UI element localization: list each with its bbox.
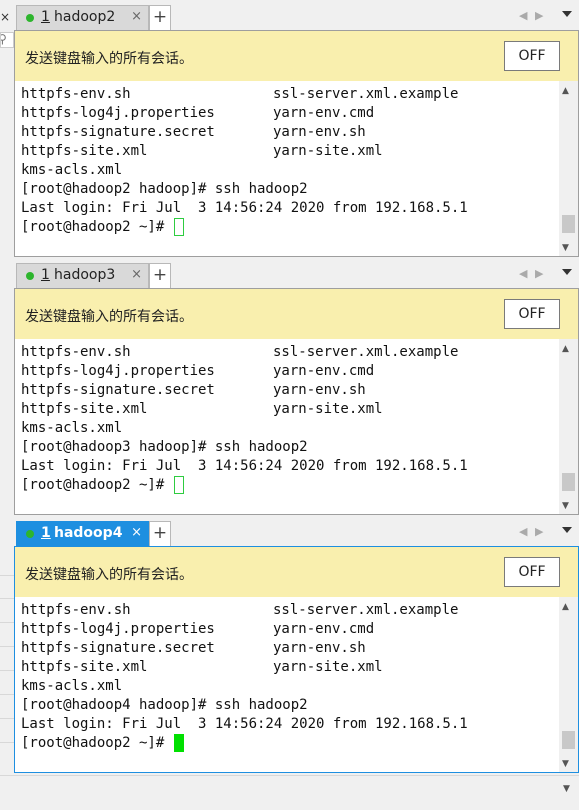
connected-status-icon bbox=[26, 14, 34, 22]
session-panel-hadoop4: 1 hadoop4 × + ◀ ▶ 发送键盘输入的所有会话。 OFF httpf… bbox=[14, 516, 579, 773]
tab-bar: 1 hadoop3 × + ◀ ▶ bbox=[14, 258, 579, 288]
new-tab-button[interactable]: + bbox=[149, 521, 171, 546]
terminal-line: httpfs-env.sh ssl-server.xml.example bbox=[21, 86, 459, 102]
session-panel-hadoop3: 1 hadoop3 × + ◀ ▶ 发送键盘输入的所有会话。 OFF httpf… bbox=[14, 258, 579, 515]
send-to-all-banner: 发送键盘输入的所有会话。 OFF bbox=[15, 31, 578, 81]
scroll-tabs-left-icon[interactable]: ◀ bbox=[519, 9, 527, 22]
send-to-all-banner: 发送键盘输入的所有会话。 OFF bbox=[15, 289, 578, 339]
tab-session-hadoop4[interactable]: 1 hadoop4 × bbox=[16, 521, 149, 546]
scroll-down-icon[interactable]: ▼ bbox=[562, 501, 569, 511]
vertical-scrollbar[interactable]: ▲ ▼ bbox=[559, 597, 578, 772]
scroll-tabs-right-icon[interactable]: ▶ bbox=[535, 267, 543, 280]
terminal-output[interactable]: httpfs-env.sh ssl-server.xml.example http… bbox=[15, 81, 559, 256]
terminal-line: kms-acls.xml bbox=[21, 420, 123, 436]
scroll-tabs-left-icon[interactable]: ◀ bbox=[519, 267, 527, 280]
scroll-down-icon[interactable]: ▼ bbox=[562, 243, 569, 253]
scroll-up-icon[interactable]: ▲ bbox=[562, 86, 569, 96]
session-panel-hadoop2: 1 hadoop2 × + ◀ ▶ 发送键盘输入的所有会话。 OFF httpf… bbox=[14, 0, 579, 257]
terminal-line: httpfs-log4j.properties yarn-env.cmd bbox=[21, 621, 375, 637]
terminal-prompt-line: [root@hadoop2 ~]# bbox=[21, 218, 184, 237]
terminal-line: Last login: Fri Jul 3 14:56:24 2020 from… bbox=[21, 200, 468, 216]
vertical-scrollbar[interactable]: ▲ ▼ bbox=[559, 339, 578, 514]
tab-session-hadoop2[interactable]: 1 hadoop2 × bbox=[16, 5, 149, 30]
close-tab-icon[interactable]: × bbox=[131, 525, 142, 540]
scroll-tabs-left-icon[interactable]: ◀ bbox=[519, 525, 527, 538]
tab-index: 1 bbox=[41, 267, 50, 283]
send-all-off-button[interactable]: OFF bbox=[504, 41, 560, 71]
tab-index: 1 bbox=[41, 525, 51, 541]
close-tab-icon[interactable]: × bbox=[131, 9, 142, 24]
terminal-line: httpfs-site.xml yarn-site.xml bbox=[21, 143, 383, 159]
tab-list-dropdown-icon[interactable] bbox=[562, 11, 572, 17]
terminal-line: kms-acls.xml bbox=[21, 678, 123, 694]
terminal-line: [root@hadoop2 hadoop]# ssh hadoop2 bbox=[21, 181, 308, 197]
scrollbar-thumb[interactable] bbox=[562, 731, 575, 749]
terminal-line: httpfs-log4j.properties yarn-env.cmd bbox=[21, 363, 375, 379]
terminal-line: httpfs-log4j.properties yarn-env.cmd bbox=[21, 105, 375, 121]
terminal-line: httpfs-site.xml yarn-site.xml bbox=[21, 659, 383, 675]
terminal-cursor bbox=[173, 734, 184, 752]
scrollbar-thumb[interactable] bbox=[562, 215, 575, 233]
session-body: 发送键盘输入的所有会话。 OFF httpfs-env.sh ssl-server… bbox=[14, 288, 579, 515]
banner-text: 发送键盘输入的所有会话。 bbox=[25, 309, 193, 325]
terminal-line: httpfs-signature.secret yarn-env.sh bbox=[21, 382, 366, 398]
tab-title: hadoop4 bbox=[54, 525, 123, 541]
connected-status-icon bbox=[26, 272, 34, 280]
tab-bar: 1 hadoop2 × + ◀ ▶ bbox=[14, 0, 579, 30]
connected-status-icon bbox=[26, 530, 34, 538]
tab-session-hadoop3[interactable]: 1 hadoop3 × bbox=[16, 263, 149, 288]
scroll-up-icon[interactable]: ▲ bbox=[562, 344, 569, 354]
terminal-line: Last login: Fri Jul 3 14:56:24 2020 from… bbox=[21, 716, 468, 732]
close-tab-icon[interactable]: × bbox=[131, 267, 142, 282]
status-bar: ▼ bbox=[0, 775, 579, 810]
terminal-line: httpfs-signature.secret yarn-env.sh bbox=[21, 640, 366, 656]
tab-title: hadoop2 bbox=[54, 9, 116, 25]
tab-list-dropdown-icon[interactable] bbox=[562, 269, 572, 275]
terminal-line: [root@hadoop4 hadoop]# ssh hadoop2 bbox=[21, 697, 308, 713]
send-to-all-banner: 发送键盘输入的所有会话。 OFF bbox=[15, 547, 578, 597]
terminal-cursor bbox=[173, 218, 184, 236]
scroll-tabs-right-icon[interactable]: ▶ bbox=[535, 9, 543, 22]
terminal-line: httpfs-site.xml yarn-site.xml bbox=[21, 401, 383, 417]
pane-close-icon[interactable]: × bbox=[0, 10, 10, 24]
scroll-down-icon[interactable]: ▼ bbox=[562, 759, 569, 769]
terminal-line: [root@hadoop3 hadoop]# ssh hadoop2 bbox=[21, 439, 308, 455]
banner-text: 发送键盘输入的所有会话。 bbox=[25, 51, 193, 67]
send-all-off-button[interactable]: OFF bbox=[504, 299, 560, 329]
terminal-output[interactable]: httpfs-env.sh ssl-server.xml.example http… bbox=[15, 597, 559, 772]
terminal-line: httpfs-env.sh ssl-server.xml.example bbox=[21, 602, 459, 618]
terminal-line: httpfs-signature.secret yarn-env.sh bbox=[21, 124, 366, 140]
session-body: 发送键盘输入的所有会话。 OFF httpfs-env.sh ssl-server… bbox=[14, 546, 579, 773]
scroll-tabs-right-icon[interactable]: ▶ bbox=[535, 525, 543, 538]
scrollbar-thumb[interactable] bbox=[562, 473, 575, 491]
tab-index: 1 bbox=[41, 9, 50, 25]
terminal-prompt-line: [root@hadoop2 ~]# bbox=[21, 734, 184, 753]
vertical-scrollbar[interactable]: ▲ ▼ bbox=[559, 81, 578, 256]
banner-text: 发送键盘输入的所有会话。 bbox=[25, 567, 193, 583]
new-tab-button[interactable]: + bbox=[149, 263, 171, 288]
terminal-line: httpfs-env.sh ssl-server.xml.example bbox=[21, 344, 459, 360]
multi-session-terminal-window: × ⚲ 1 hadoop2 × + ◀ ▶ 发送键盘输入的所有会 bbox=[0, 0, 579, 810]
terminal-output[interactable]: httpfs-env.sh ssl-server.xml.example http… bbox=[15, 339, 559, 514]
tab-list-dropdown-icon[interactable] bbox=[562, 527, 572, 533]
scroll-up-icon[interactable]: ▲ bbox=[562, 602, 569, 612]
new-tab-button[interactable]: + bbox=[149, 5, 171, 30]
send-all-off-button[interactable]: OFF bbox=[504, 557, 560, 587]
pane-search-box[interactable]: ⚲ bbox=[0, 32, 14, 48]
scroll-down-icon[interactable]: ▼ bbox=[563, 784, 570, 794]
terminal-prompt-line: [root@hadoop2 ~]# bbox=[21, 476, 184, 495]
terminal-line: Last login: Fri Jul 3 14:56:24 2020 from… bbox=[21, 458, 468, 474]
tab-title: hadoop3 bbox=[54, 267, 116, 283]
terminal-line: kms-acls.xml bbox=[21, 162, 123, 178]
search-icon: ⚲ bbox=[1, 33, 7, 46]
tab-bar: 1 hadoop4 × + ◀ ▶ bbox=[14, 516, 579, 546]
terminal-cursor bbox=[173, 476, 184, 494]
session-body: 发送键盘输入的所有会话。 OFF httpfs-env.sh ssl-server… bbox=[14, 30, 579, 257]
